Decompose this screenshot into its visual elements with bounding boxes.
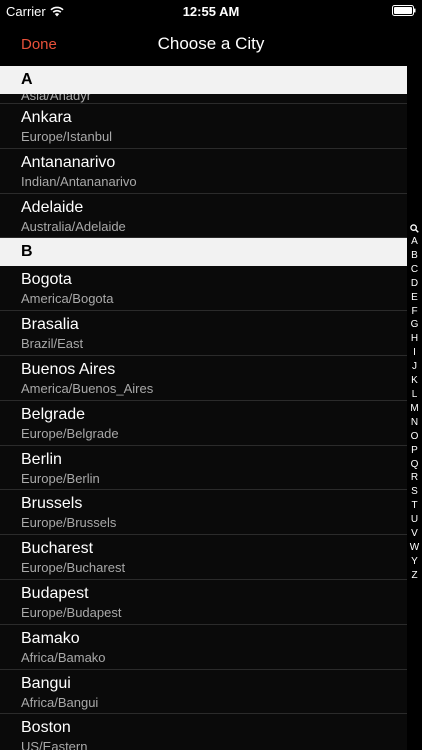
list-item[interactable]: Adelaide Australia/Adelaide xyxy=(0,194,407,239)
list-item-subtitle: Europe/Istanbul xyxy=(21,129,113,144)
list-item[interactable]: Bangui Africa/Bangui xyxy=(0,670,407,715)
list-item-subtitle: America/Bogota xyxy=(21,291,114,307)
index-letter[interactable]: L xyxy=(412,388,418,402)
index-letter[interactable]: K xyxy=(411,374,418,388)
list-item-subtitle: Asia/Anadyr xyxy=(21,94,92,103)
index-letter[interactable]: A xyxy=(411,235,418,249)
list-item-title: Buenos Aires xyxy=(21,360,116,378)
list-item-subtitle: Indian/Antananarivo xyxy=(21,173,137,189)
index-letter[interactable]: V xyxy=(411,527,418,541)
index-letter[interactable]: N xyxy=(411,416,418,430)
list-item-title: Antananarivo xyxy=(21,153,116,171)
index-letter[interactable]: P xyxy=(411,444,418,458)
list-item-subtitle: Europe/Berlin xyxy=(21,470,100,486)
list-item-title: Brasalia xyxy=(21,316,79,334)
index-letter[interactable]: F xyxy=(411,305,417,319)
list-item[interactable]: Brasalia Brazil/East xyxy=(0,311,407,356)
list-item-title: Adelaide xyxy=(21,198,84,216)
index-letter[interactable]: M xyxy=(410,402,418,416)
list-item[interactable]: Belgrade Europe/Belgrade xyxy=(0,401,407,446)
index-letter[interactable]: O xyxy=(411,430,419,444)
list-item-subtitle: America/Buenos_Aires xyxy=(21,380,154,396)
status-right xyxy=(392,5,416,16)
list-item[interactable]: Bucharest Europe/Bucharest xyxy=(0,535,407,580)
index-letter[interactable]: C xyxy=(411,263,418,277)
index-letter[interactable]: W xyxy=(410,541,419,555)
index-letter[interactable]: E xyxy=(411,291,418,305)
list-item[interactable]: Buenos Aires America/Buenos_Aires xyxy=(0,356,407,401)
index-letter[interactable]: Z xyxy=(411,569,417,583)
list-item-title: Bogota xyxy=(21,271,72,289)
list-item-title: Brussels xyxy=(21,495,83,513)
page-title: Choose a City xyxy=(157,34,265,53)
index-letter[interactable]: D xyxy=(411,277,418,291)
list-item-subtitle: Europe/Belgrade xyxy=(21,425,119,441)
list-item-title: Budapest xyxy=(21,584,89,602)
navigation-bar: Done Choose a City xyxy=(0,22,422,66)
list-item-subtitle: Europe/Budapest xyxy=(21,604,122,620)
index-letter[interactable]: G xyxy=(411,318,419,332)
index-letter[interactable]: H xyxy=(411,332,418,346)
battery-icon xyxy=(392,5,416,16)
status-bar: Carrier 12:55 AM xyxy=(0,0,422,22)
list-item[interactable]: Antananarivo Indian/Antananarivo xyxy=(0,149,407,194)
index-letter[interactable]: S xyxy=(411,485,418,499)
list-item-title: Bangui xyxy=(21,674,71,692)
city-list[interactable]: A Asia/Anadyr Ankara Europe/Istanbul Ant… xyxy=(0,66,407,750)
list-item[interactable]: Bamako Africa/Bamako xyxy=(0,625,407,670)
list-item[interactable]: Brussels Europe/Brussels xyxy=(0,490,407,536)
list-item-subtitle: Europe/Bucharest xyxy=(21,560,126,576)
index-letter[interactable]: Q xyxy=(411,458,419,472)
index-letter[interactable]: U xyxy=(411,513,418,527)
list-item[interactable]: Berlin Europe/Berlin xyxy=(0,446,407,491)
list-item-partial[interactable]: Asia/Anadyr xyxy=(0,94,407,104)
list-item[interactable]: Ankara Europe/Istanbul xyxy=(0,104,407,149)
list-item-title: Ankara xyxy=(21,109,72,126)
list-item-subtitle: Africa/Bamako xyxy=(21,649,106,665)
list-item-subtitle: US/Eastern xyxy=(21,739,88,750)
section-header-b: B xyxy=(0,238,407,267)
list-item[interactable]: Bogota America/Bogota xyxy=(0,266,407,312)
status-time: 12:55 AM xyxy=(182,4,240,19)
list-item-title: Berlin xyxy=(21,450,62,468)
list-item[interactable]: Boston US/Eastern xyxy=(0,714,407,750)
list-item-title: Belgrade xyxy=(21,405,86,423)
list-item-subtitle: Africa/Bangui xyxy=(21,694,99,710)
index-letter[interactable]: I xyxy=(413,346,416,360)
list-item-subtitle: Brazil/East xyxy=(21,336,84,352)
list-item-subtitle: Australia/Adelaide xyxy=(21,218,126,234)
section-header-a: A xyxy=(0,66,407,94)
list-item-title: Bamako xyxy=(21,629,80,647)
list-item-title: Bucharest xyxy=(21,540,94,558)
list-item[interactable]: Budapest Europe/Budapest xyxy=(0,580,407,625)
index-letter[interactable]: Y xyxy=(411,555,418,569)
list-item-title: Boston xyxy=(21,719,71,737)
section-index[interactable]: A B C D E F G H I J K L M N O P Q R S T … xyxy=(407,224,422,583)
index-letter[interactable]: T xyxy=(411,499,417,513)
list-item-subtitle: Europe/Brussels xyxy=(21,515,117,531)
index-letter[interactable]: R xyxy=(411,471,418,485)
index-letter[interactable]: J xyxy=(412,360,417,374)
index-letter[interactable]: B xyxy=(411,249,418,263)
search-icon[interactable] xyxy=(410,224,419,233)
